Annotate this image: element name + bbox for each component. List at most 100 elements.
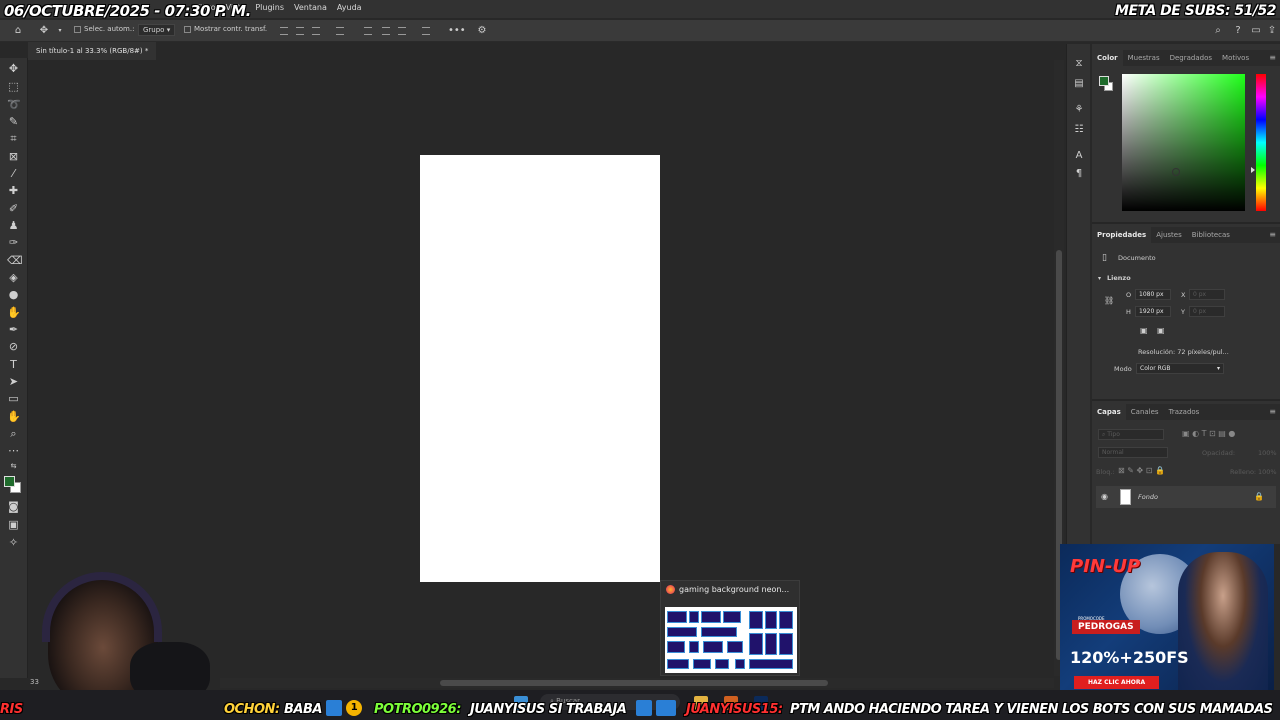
- height-input[interactable]: 1920 px: [1135, 306, 1171, 317]
- browser-preview-image[interactable]: [665, 607, 797, 673]
- paragraph-icon[interactable]: ¶: [1073, 168, 1085, 180]
- dodge-tool-icon[interactable]: ✋: [7, 306, 21, 319]
- pen-path-icon[interactable]: ⊘: [7, 340, 20, 353]
- tab-libraries[interactable]: Bibliotecas: [1187, 227, 1235, 243]
- workspace-icon[interactable]: ▭: [1250, 25, 1262, 37]
- distribute-icon[interactable]: [336, 27, 344, 35]
- pin-up-ad[interactable]: PIN-UP PROMOCODE PEDROGAS 120%+250FS HAZ…: [1060, 544, 1274, 698]
- history-icon[interactable]: ⧖: [1073, 58, 1085, 70]
- more-tools-icon[interactable]: ⋯: [7, 444, 20, 457]
- hue-slider[interactable]: [1256, 74, 1266, 211]
- layer-search-input[interactable]: ⌕ Tipo: [1098, 429, 1164, 440]
- frame-tool-icon[interactable]: ⊠: [7, 150, 20, 163]
- screen-mode-icon[interactable]: ▣: [7, 518, 20, 531]
- tab-adjustments[interactable]: Ajustes: [1151, 227, 1187, 243]
- tab-channels[interactable]: Canales: [1126, 404, 1164, 420]
- ad-cta-button[interactable]: HAZ CLIC AHORA: [1074, 676, 1160, 689]
- generative-icon[interactable]: ✧: [7, 536, 20, 549]
- tab-properties[interactable]: Propiedades: [1092, 227, 1152, 243]
- chevron-down-icon[interactable]: ▾: [54, 25, 66, 37]
- tab-paths[interactable]: Trazados: [1164, 404, 1205, 420]
- stamp-tool-icon[interactable]: ♟: [7, 219, 20, 232]
- hue-marker[interactable]: [1251, 167, 1255, 173]
- horizontal-scroll-thumb[interactable]: [440, 680, 828, 686]
- history-brush-icon[interactable]: ✑: [7, 236, 20, 249]
- opacity-value[interactable]: 100%: [1258, 449, 1277, 457]
- align-bottom-icon[interactable]: [398, 27, 406, 35]
- move-tool-icon[interactable]: ✥: [38, 25, 50, 37]
- tab-patterns[interactable]: Motivos: [1217, 50, 1254, 66]
- foreground-color-swatch[interactable]: [4, 476, 15, 487]
- align-center-icon[interactable]: [296, 27, 304, 35]
- eye-icon[interactable]: ◉: [1101, 492, 1108, 501]
- swap-colors-icon[interactable]: ⇆: [7, 460, 20, 473]
- canvas-section-title[interactable]: Lienzo: [1107, 274, 1131, 282]
- crop-tool-icon[interactable]: ⌗: [7, 132, 20, 145]
- character-icon[interactable]: A: [1073, 150, 1085, 162]
- panel-menu-icon[interactable]: ≡: [1269, 407, 1276, 416]
- brush-settings-icon[interactable]: ⚘: [1073, 104, 1085, 116]
- landscape-orientation-icon[interactable]: ▣: [1157, 326, 1165, 335]
- lasso-tool-icon[interactable]: ➰: [7, 98, 21, 111]
- auto-select-checkbox[interactable]: Selec. autom.:: [74, 25, 134, 33]
- browser-preview-popup[interactable]: gaming background neon...: [660, 580, 800, 676]
- align-right-icon[interactable]: [312, 27, 320, 35]
- mode-select[interactable]: Color RGB ▾: [1136, 363, 1224, 374]
- fill-value[interactable]: 100%: [1258, 468, 1277, 476]
- type-tool-icon[interactable]: T: [7, 358, 20, 371]
- tab-gradients[interactable]: Degradados: [1165, 50, 1217, 66]
- search-icon[interactable]: ⌕: [1212, 25, 1224, 37]
- help-icon[interactable]: ?: [1232, 25, 1244, 37]
- hand-tool-icon[interactable]: ✋: [7, 410, 21, 423]
- adjustments-icon[interactable]: ☷: [1073, 124, 1085, 136]
- healing-brush-icon[interactable]: ✚: [7, 184, 20, 197]
- paint-bucket-icon[interactable]: ◈: [7, 271, 20, 284]
- auto-select-dropdown[interactable]: Grupo ▾: [138, 24, 176, 36]
- lock-icons[interactable]: ⊠ ✎ ✥ ⊡ 🔒: [1118, 466, 1165, 475]
- x-input[interactable]: 0 px: [1189, 289, 1225, 300]
- more-options-icon[interactable]: •••: [448, 25, 466, 37]
- home-icon[interactable]: ⌂: [12, 25, 24, 37]
- zoom-tool-icon[interactable]: ⌕: [7, 427, 20, 440]
- link-icon[interactable]: ⛓: [1104, 296, 1114, 305]
- panel-menu-icon[interactable]: ≡: [1269, 230, 1276, 239]
- tab-layers[interactable]: Capas: [1092, 404, 1126, 420]
- comment-icon[interactable]: ▤: [1073, 78, 1085, 90]
- brush-tool-icon[interactable]: ✐: [7, 202, 20, 215]
- tab-swatches[interactable]: Muestras: [1123, 50, 1165, 66]
- path-select-icon[interactable]: ➤: [7, 375, 20, 388]
- marquee-tool-icon[interactable]: ⬚: [7, 80, 20, 93]
- blend-mode-select[interactable]: Normal: [1098, 447, 1168, 458]
- portrait-orientation-icon[interactable]: ▣: [1140, 326, 1148, 335]
- layer-row[interactable]: ◉ Fondo 🔒: [1096, 486, 1276, 508]
- eyedropper-tool-icon[interactable]: ⁄: [7, 167, 20, 180]
- align-left-icon[interactable]: [280, 27, 288, 35]
- distribute-vertical-icon[interactable]: [422, 27, 430, 35]
- color-picker-field[interactable]: [1122, 74, 1245, 211]
- layer-name[interactable]: Fondo: [1138, 493, 1158, 501]
- share-icon[interactable]: ⇪: [1266, 25, 1278, 37]
- panel-menu-icon[interactable]: ≡: [1269, 53, 1276, 62]
- y-input[interactable]: 0 px: [1189, 306, 1225, 317]
- horizontal-scrollbar[interactable]: [220, 678, 1054, 688]
- move-tool-icon[interactable]: ✥: [7, 62, 20, 75]
- quick-mask-icon[interactable]: ◙: [7, 500, 20, 513]
- blur-tool-icon[interactable]: ●: [7, 288, 20, 301]
- show-transform-checkbox[interactable]: Mostrar contr. transf.: [184, 25, 267, 33]
- color-picker-cursor[interactable]: [1172, 168, 1180, 176]
- menu-plugins[interactable]: Plugins: [255, 3, 284, 12]
- menu-ayuda[interactable]: Ayuda: [337, 3, 362, 12]
- align-middle-icon[interactable]: [382, 27, 390, 35]
- layer-filter-icons[interactable]: ▣ ◐ T ⊡ ▤ ●: [1182, 429, 1235, 438]
- chevron-down-icon[interactable]: ▾: [1098, 275, 1101, 282]
- rectangle-tool-icon[interactable]: ▭: [7, 392, 20, 405]
- quick-select-tool-icon[interactable]: ✎: [7, 115, 20, 128]
- pen-tool-icon[interactable]: ✒: [7, 323, 20, 336]
- foreground-color-swatch[interactable]: [1099, 76, 1109, 86]
- align-top-icon[interactable]: [364, 27, 372, 35]
- gear-icon[interactable]: ⚙: [476, 25, 488, 37]
- tab-color[interactable]: Color: [1092, 50, 1123, 66]
- document-canvas[interactable]: [420, 155, 660, 582]
- document-tab[interactable]: Sin título-1 al 33.3% (RGB/8#) *: [28, 42, 157, 60]
- eraser-tool-icon[interactable]: ⌫: [7, 254, 23, 267]
